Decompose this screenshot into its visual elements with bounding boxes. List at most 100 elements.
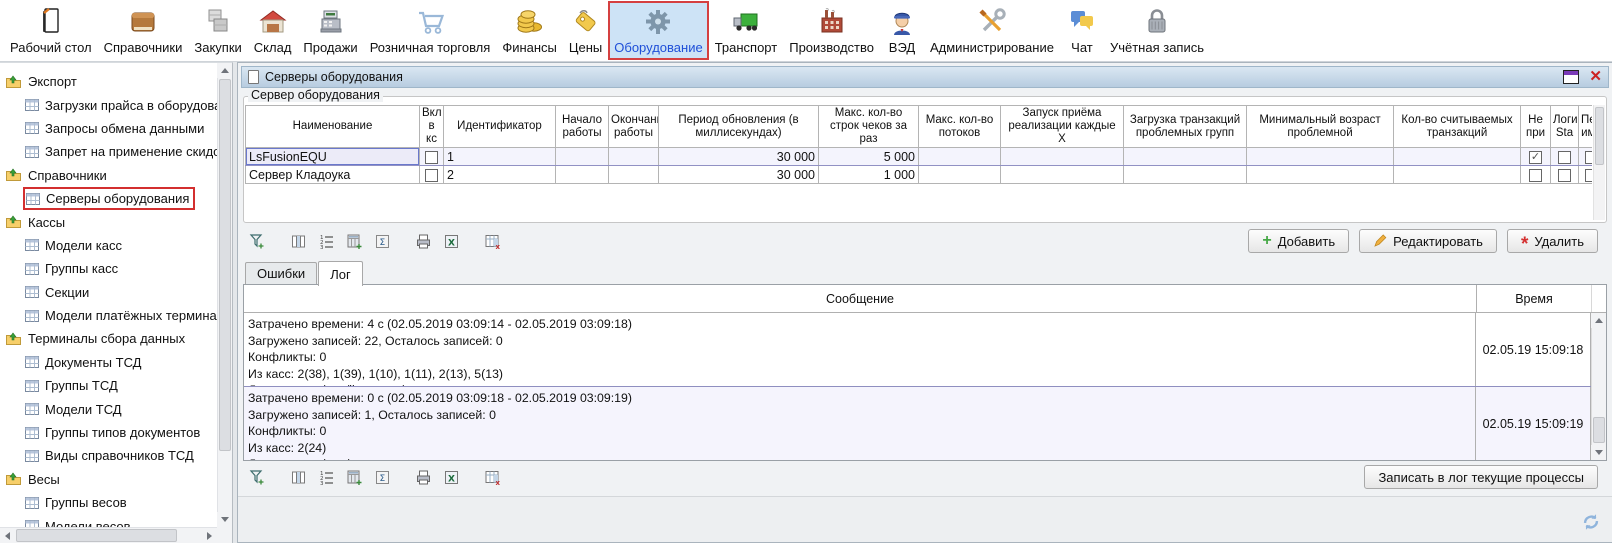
cell-update-period[interactable]: 30 000 bbox=[659, 166, 819, 184]
refresh-icon[interactable] bbox=[1578, 509, 1604, 535]
tree-group-scales[interactable]: Весы bbox=[0, 468, 217, 491]
column-settings-icon[interactable] bbox=[288, 231, 309, 252]
checkbox[interactable] bbox=[1558, 169, 1571, 182]
cell-work-start[interactable] bbox=[556, 166, 609, 184]
grid-reset-icon[interactable]: x bbox=[482, 467, 503, 488]
tree-item-price-loads[interactable]: Загрузки прайса в оборудовани bbox=[0, 93, 217, 116]
row-numbering-icon[interactable]: 123 bbox=[316, 467, 337, 488]
close-icon[interactable]: ✕ bbox=[1589, 70, 1602, 84]
sum-icon[interactable]: Σ bbox=[372, 467, 393, 488]
tab-errors[interactable]: Ошибки bbox=[245, 262, 317, 285]
cell-flag3[interactable] bbox=[1579, 166, 1593, 184]
scroll-up-arrow[interactable] bbox=[217, 63, 232, 78]
column-header-identifier[interactable]: Идентификатор bbox=[444, 106, 556, 148]
delete-button[interactable]: *Удалить bbox=[1507, 229, 1598, 253]
table-row-server-kladouka[interactable]: Сервер Кладоука 2 30 000 1 000 bbox=[246, 166, 1593, 184]
edit-button[interactable]: Редактировать bbox=[1359, 229, 1497, 253]
calculator-add-icon[interactable] bbox=[344, 467, 365, 488]
log-message-cell[interactable]: Затрачено времени: 4 с (02.05.2019 03:09… bbox=[244, 313, 1476, 386]
tree-item-scale-models[interactable]: Модели весов bbox=[0, 514, 217, 527]
log-row[interactable]: Затрачено времени: 4 с (02.05.2019 03:09… bbox=[244, 313, 1591, 387]
column-header-read-transactions[interactable]: Кол-во считываемых транзакций bbox=[1394, 106, 1521, 148]
column-header-name[interactable]: Наименование bbox=[246, 106, 420, 148]
cell-min-problem-age[interactable] bbox=[1247, 148, 1394, 166]
column-header-max-threads[interactable]: Макс. кол-во потоков bbox=[919, 106, 1001, 148]
toolbar-item-equipment[interactable]: Оборудование bbox=[608, 1, 708, 60]
tree-item-terminal-models[interactable]: Модели платёжных терминало bbox=[0, 304, 217, 327]
column-header-flag3[interactable]: Пере име bbox=[1579, 106, 1593, 148]
cell-max-receipt-rows[interactable]: 5 000 bbox=[819, 148, 919, 166]
scroll-down-arrow[interactable] bbox=[1591, 445, 1606, 460]
cell-min-problem-age[interactable] bbox=[1247, 166, 1394, 184]
tree-item-tsd-models[interactable]: Модели ТСД bbox=[0, 397, 217, 420]
cell-work-end[interactable] bbox=[609, 166, 659, 184]
column-header-sales-run[interactable]: Запуск приёма реализации каждые X bbox=[1001, 106, 1124, 148]
cell-flag1[interactable] bbox=[1521, 166, 1551, 184]
cell-name[interactable]: LsFusionEQU bbox=[246, 148, 420, 166]
table-vertical-scrollbar[interactable] bbox=[1593, 105, 1605, 220]
cell-flag3[interactable] bbox=[1579, 148, 1593, 166]
toolbar-item-sales[interactable]: Продажи bbox=[297, 1, 363, 60]
cell-problem-groups[interactable] bbox=[1124, 166, 1247, 184]
cell-update-period[interactable]: 30 000 bbox=[659, 148, 819, 166]
excel-export-icon[interactable]: X bbox=[441, 231, 462, 252]
sidebar-horizontal-scrollbar[interactable] bbox=[0, 527, 217, 543]
cell-max-receipt-rows[interactable]: 1 000 bbox=[819, 166, 919, 184]
column-header-problem-groups[interactable]: Загрузка транзакций проблемных групп bbox=[1124, 106, 1247, 148]
tree-item-sections[interactable]: Секции bbox=[0, 281, 217, 304]
toolbar-item-administration[interactable]: Администрирование bbox=[924, 1, 1060, 60]
toolbar-item-customs[interactable]: ВЭД bbox=[880, 1, 924, 60]
log-vertical-scrollbar[interactable] bbox=[1591, 313, 1606, 460]
toolbar-item-transport[interactable]: Транспорт bbox=[709, 1, 784, 60]
column-header-work-start[interactable]: Начало работы bbox=[556, 106, 609, 148]
tree-item-tsd-groups[interactable]: Группы ТСД bbox=[0, 374, 217, 397]
table-row-lsfusionequ[interactable]: LsFusionEQU 1 30 000 5 000 bbox=[246, 148, 1593, 166]
checkbox[interactable] bbox=[425, 169, 438, 182]
column-header-work-end[interactable]: Окончание работы bbox=[609, 106, 659, 148]
cell-sales-run[interactable] bbox=[1001, 148, 1124, 166]
tree-item-tsd-ref-types[interactable]: Виды справочников ТСД bbox=[0, 444, 217, 467]
cell-enabled[interactable] bbox=[420, 148, 444, 166]
log-time-cell[interactable]: 02.05.19 15:09:18 bbox=[1476, 313, 1591, 386]
checkbox[interactable] bbox=[1585, 151, 1592, 164]
log-message-cell[interactable]: Затрачено времени: 0 с (02.05.2019 03:09… bbox=[244, 387, 1476, 461]
toolbar-item-account[interactable]: Учётная запись bbox=[1104, 1, 1210, 60]
checkbox[interactable] bbox=[1529, 169, 1542, 182]
scrollbar-thumb[interactable] bbox=[16, 529, 177, 542]
column-header-flag1[interactable]: Не при bbox=[1521, 106, 1551, 148]
cell-flag1[interactable] bbox=[1521, 148, 1551, 166]
cell-name[interactable]: Сервер Кладоука bbox=[246, 166, 420, 184]
sum-icon[interactable]: Σ bbox=[372, 231, 393, 252]
row-numbering-icon[interactable]: 123 bbox=[316, 231, 337, 252]
print-icon[interactable] bbox=[413, 231, 434, 252]
filter-add-icon[interactable] bbox=[247, 467, 268, 488]
calculator-add-icon[interactable] bbox=[344, 231, 365, 252]
column-header-message[interactable]: Сообщение bbox=[244, 285, 1477, 312]
scroll-up-arrow[interactable] bbox=[1591, 313, 1606, 328]
cell-read-transactions[interactable] bbox=[1394, 148, 1521, 166]
cell-read-transactions[interactable] bbox=[1394, 166, 1521, 184]
cell-enabled[interactable] bbox=[420, 166, 444, 184]
column-header-update-period[interactable]: Период обновления (в миллисекундах) bbox=[659, 106, 819, 148]
toolbar-item-warehouse[interactable]: Склад bbox=[248, 1, 298, 60]
print-icon[interactable] bbox=[413, 467, 434, 488]
checkbox[interactable] bbox=[425, 151, 438, 164]
tree-item-discount-ban[interactable]: Запрет на применение скидок bbox=[0, 140, 217, 163]
tab-log[interactable]: Лог bbox=[318, 261, 363, 286]
toolbar-item-production[interactable]: Производство bbox=[783, 1, 880, 60]
scroll-left-arrow[interactable] bbox=[0, 528, 15, 543]
toolbar-item-finance[interactable]: Финансы bbox=[496, 1, 563, 60]
cell-work-start[interactable] bbox=[556, 148, 609, 166]
checkbox[interactable] bbox=[1585, 169, 1592, 182]
tree-item-exchange-requests[interactable]: Запросы обмена данными bbox=[0, 117, 217, 140]
column-header-max-receipt-rows[interactable]: Макс. кол-во строк чеков за раз bbox=[819, 106, 919, 148]
log-time-cell[interactable]: 02.05.19 15:09:19 bbox=[1476, 387, 1591, 461]
maximize-icon[interactable] bbox=[1563, 70, 1579, 84]
column-header-time[interactable]: Время bbox=[1477, 285, 1592, 312]
grid-reset-icon[interactable]: x bbox=[482, 231, 503, 252]
write-log-button[interactable]: Записать в лог текущие процессы bbox=[1364, 465, 1598, 489]
toolbar-item-references[interactable]: Справочники bbox=[98, 1, 189, 60]
log-row[interactable]: Затрачено времени: 0 с (02.05.2019 03:09… bbox=[244, 387, 1591, 461]
scrollbar-thumb[interactable] bbox=[219, 79, 231, 451]
tree-item-doc-type-groups[interactable]: Группы типов документов bbox=[0, 421, 217, 444]
